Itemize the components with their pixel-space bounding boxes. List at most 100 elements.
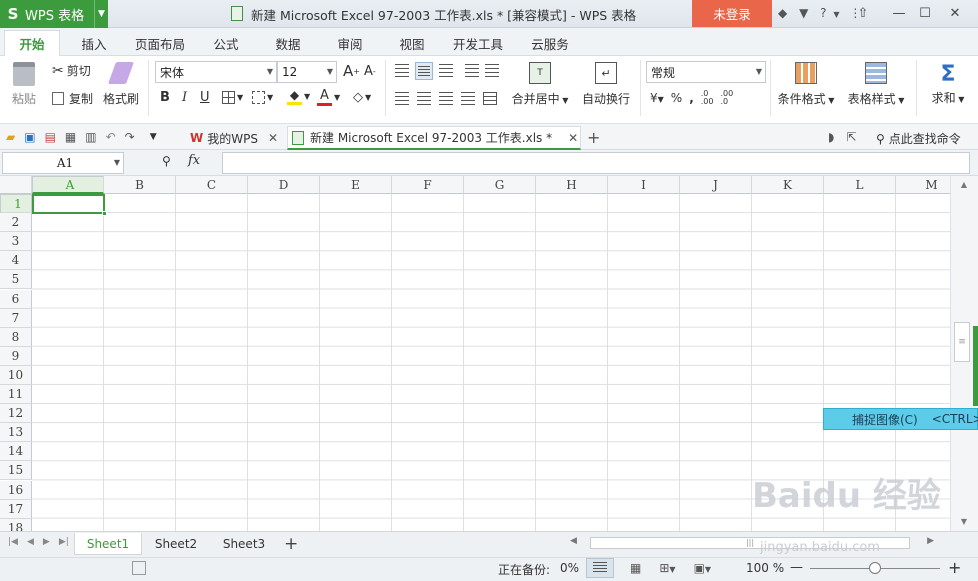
export-pdf-icon[interactable]: ▤: [45, 130, 56, 144]
font-color-icon[interactable]: A ▼: [317, 88, 340, 106]
maximize-button[interactable]: ☐: [912, 2, 938, 24]
decrease-decimal-icon[interactable]: .00.0: [721, 90, 734, 106]
login-button[interactable]: 未登录: [692, 0, 772, 27]
layout-view-icon[interactable]: ⊞▼: [659, 561, 675, 575]
open-folder-icon[interactable]: ▰: [6, 130, 15, 144]
row-header-5[interactable]: 5: [0, 270, 32, 290]
comma-button[interactable]: ,: [689, 91, 694, 105]
decrease-font-icon[interactable]: A-: [364, 64, 376, 79]
tab-my-wps[interactable]: W 我的WPS ✕: [186, 126, 286, 150]
scroll-up-icon[interactable]: ▲: [953, 180, 975, 190]
prev-sheet-icon[interactable]: ◀: [27, 537, 34, 547]
next-sheet-icon[interactable]: ▶: [43, 537, 50, 547]
app-menu-button[interactable]: S WPS 表格 ▼: [0, 0, 108, 28]
column-header-a[interactable]: A: [32, 176, 104, 194]
tab-current-file[interactable]: 新建 Microsoft Excel 97-2003 工作表.xls * ✕: [287, 126, 581, 150]
skin-icon[interactable]: ◆: [778, 6, 787, 20]
row-header-11[interactable]: 11: [0, 385, 32, 404]
horizontal-scrollbar[interactable]: ◀ ||| ▶: [562, 535, 942, 551]
page-break-view-icon[interactable]: ▦: [630, 561, 641, 575]
command-search[interactable]: ⚲ 点此查找命令: [876, 130, 961, 147]
row-header-1[interactable]: 1: [0, 194, 32, 213]
row-header-3[interactable]: 3: [0, 232, 32, 252]
column-header-c[interactable]: C: [176, 176, 248, 194]
tab-home[interactable]: 开始: [4, 30, 60, 56]
first-sheet-icon[interactable]: |◀: [8, 537, 18, 547]
clear-format-icon[interactable]: ◇ ▼: [353, 90, 371, 105]
close-icon[interactable]: ✕: [268, 131, 278, 145]
fill-handle[interactable]: [102, 211, 107, 217]
tab-view[interactable]: 视图: [386, 30, 438, 56]
sheet-tab-1[interactable]: Sheet1: [74, 533, 142, 555]
name-box[interactable]: A1 ▼: [2, 152, 124, 174]
tab-data[interactable]: 数据: [262, 30, 314, 56]
add-sheet-button[interactable]: +: [284, 534, 298, 554]
sum-button[interactable]: Σ 求和 ▼: [928, 62, 968, 106]
normal-view-icon[interactable]: [586, 558, 614, 578]
distributed-icon[interactable]: [483, 92, 497, 105]
sheet-tab-3[interactable]: Sheet3: [212, 533, 276, 555]
row-header-9[interactable]: 9: [0, 346, 32, 366]
row-header-16[interactable]: 16: [0, 480, 32, 500]
print-icon[interactable]: ▦: [65, 130, 76, 144]
print-preview-icon[interactable]: ▥: [85, 130, 96, 144]
insert-function-button[interactable]: fx: [188, 153, 200, 168]
increase-decimal-icon[interactable]: .0.00: [701, 90, 714, 106]
italic-button[interactable]: I: [182, 90, 187, 105]
format-painter-button[interactable]: 格式刷: [102, 62, 140, 107]
undo-icon[interactable]: ↶: [106, 130, 116, 144]
align-right-icon[interactable]: [439, 92, 453, 105]
selected-cell[interactable]: [32, 194, 107, 217]
zoom-slider[interactable]: [810, 562, 940, 574]
column-header-k[interactable]: K: [752, 176, 824, 194]
column-header-m[interactable]: M: [896, 176, 950, 194]
column-header-f[interactable]: F: [392, 176, 464, 194]
scroll-down-icon[interactable]: ▼: [953, 517, 975, 527]
column-header-i[interactable]: I: [608, 176, 680, 194]
percent-button[interactable]: %: [671, 91, 682, 105]
font-size-select[interactable]: 12 ▼: [277, 61, 337, 83]
tab-cloud[interactable]: 云服务: [518, 30, 582, 56]
currency-icon[interactable]: ¥▼: [650, 91, 664, 105]
column-header-j[interactable]: J: [680, 176, 752, 194]
indent-increase-icon[interactable]: [485, 64, 499, 78]
paste-button[interactable]: 粘贴: [8, 62, 40, 107]
close-button[interactable]: ✕: [942, 2, 968, 24]
new-tab-button[interactable]: +: [587, 128, 600, 147]
column-header-g[interactable]: G: [464, 176, 536, 194]
vertical-scrollbar[interactable]: ▲ ≡ ▼: [950, 176, 978, 531]
tab-review[interactable]: 审阅: [324, 30, 376, 56]
minimize-button[interactable]: —: [886, 2, 912, 24]
font-name-select[interactable]: 宋体 ▼: [155, 61, 277, 83]
wrap-text-button[interactable]: ↵ 自动换行: [580, 62, 632, 107]
row-header-17[interactable]: 17: [0, 499, 32, 519]
tab-page-layout[interactable]: 页面布局: [128, 30, 192, 56]
fill-color-icon[interactable]: ◆ ▼: [287, 88, 310, 105]
zoom-formula-icon[interactable]: ⚲: [162, 154, 171, 168]
row-header-6[interactable]: 6: [0, 289, 32, 309]
save-icon[interactable]: ▣: [24, 130, 35, 144]
align-center-icon[interactable]: [417, 92, 431, 105]
help-icon[interactable]: ?: [820, 6, 826, 20]
row-header-15[interactable]: 15: [0, 461, 32, 481]
capture-image-popup[interactable]: 捕捉图像(C) <CTRL>: [823, 408, 978, 430]
increase-font-icon[interactable]: A +: [343, 62, 360, 80]
table-style-button[interactable]: 表格样式 ▼: [844, 62, 908, 107]
column-header-e[interactable]: E: [320, 176, 392, 194]
zoom-in-button[interactable]: +: [948, 558, 961, 577]
align-bottom-icon[interactable]: [439, 64, 453, 78]
tab-developer[interactable]: 开发工具: [446, 30, 510, 56]
column-header-l[interactable]: L: [824, 176, 896, 194]
justify-icon[interactable]: [461, 92, 475, 105]
align-left-icon[interactable]: [395, 92, 409, 105]
row-header-4[interactable]: 4: [0, 251, 32, 271]
formula-input[interactable]: [222, 152, 970, 174]
row-header-10[interactable]: 10: [0, 365, 32, 385]
align-middle-icon[interactable]: [415, 62, 433, 80]
macro-icon[interactable]: [132, 561, 146, 575]
indent-decrease-icon[interactable]: [465, 64, 479, 78]
restore-ribbon-icon[interactable]: ⇧: [850, 2, 876, 24]
scrollbar-thumb[interactable]: ≡: [954, 322, 970, 362]
reading-view-icon[interactable]: ▣▼: [694, 561, 712, 575]
underline-button[interactable]: U: [200, 90, 210, 105]
